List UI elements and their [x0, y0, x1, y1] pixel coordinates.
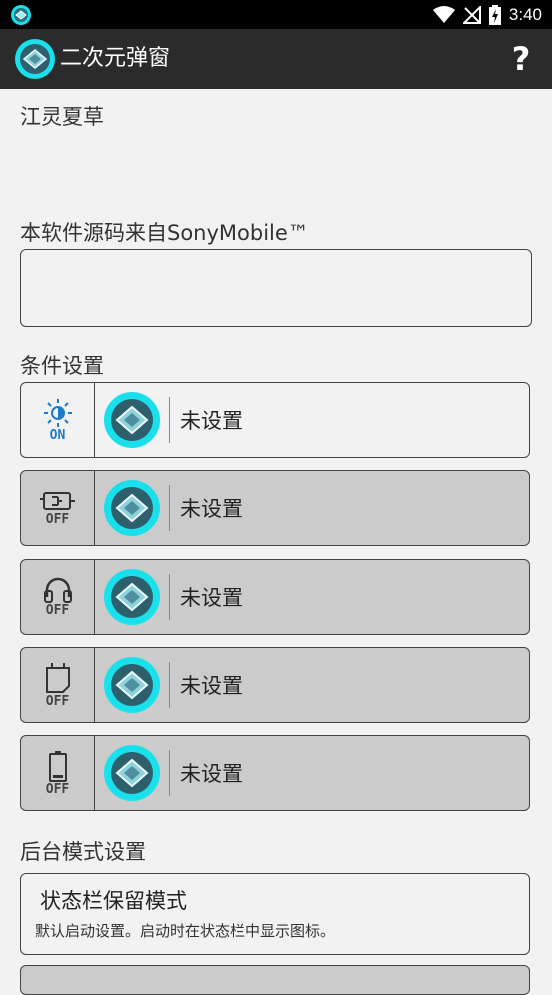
condition-state: ON [49, 427, 66, 443]
condition-toggle[interactable]: ON [21, 383, 95, 457]
mode-card-status-bar-retain[interactable]: 状态栏保留模式 默认启动设置。启动时在状态栏中显示图标。 [20, 873, 530, 955]
condition-label: 未设置 [180, 409, 243, 433]
condition-state: OFF [45, 781, 70, 797]
app-icon-slot[interactable] [95, 736, 169, 810]
condition-state: OFF [45, 693, 70, 709]
battery-charging-icon [488, 5, 501, 25]
condition-label: 未设置 [180, 674, 243, 698]
wifi-icon [432, 6, 455, 23]
sd-card-icon [45, 662, 70, 693]
app-icon-slot[interactable] [95, 648, 169, 722]
brightness-icon [43, 398, 72, 427]
condition-row-sd-card[interactable]: OFF 未设置 [20, 647, 530, 723]
charger-plug-icon [39, 491, 75, 510]
app-logo-icon [104, 392, 160, 448]
header-text: 江灵夏草 [20, 105, 104, 129]
condition-row-charger[interactable]: OFF 未设置 [20, 470, 530, 546]
app-icon-slot[interactable] [95, 383, 169, 457]
mode-title: 状态栏保留模式 [40, 889, 187, 913]
battery-icon [48, 750, 67, 782]
no-signal-icon [462, 6, 481, 24]
app-logo-icon [104, 745, 160, 801]
app-title: 二次元弹窗 [60, 46, 171, 71]
status-bar: 3:40 [0, 0, 552, 29]
clock: 3:40 [508, 5, 542, 24]
condition-toggle[interactable]: OFF [21, 736, 95, 810]
status-icons: 3:40 [432, 4, 542, 26]
condition-row-brightness[interactable]: ON 未设置 [20, 382, 530, 458]
condition-label: 未设置 [180, 762, 243, 786]
app-logo-icon [104, 657, 160, 713]
condition-label: 未设置 [180, 497, 243, 521]
condition-row-headphones[interactable]: OFF 未设置 [20, 559, 530, 635]
app-logo-icon [15, 39, 55, 79]
app-notification-icon [11, 5, 31, 25]
condition-label: 未设置 [180, 586, 243, 610]
source-note: 本软件源码来自SonyMobile™ [20, 221, 309, 245]
background-section-title: 后台模式设置 [20, 840, 146, 864]
mode-description: 默认启动设置。启动时在状态栏中显示图标。 [35, 922, 336, 940]
app-logo-icon [104, 569, 160, 625]
condition-state: OFF [45, 511, 70, 527]
condition-row-battery[interactable]: OFF 未设置 [20, 735, 530, 811]
condition-toggle[interactable]: OFF [21, 560, 95, 634]
condition-toggle[interactable]: OFF [21, 648, 95, 722]
text-input-box[interactable] [20, 249, 532, 327]
app-bar: 二次元弹窗 ? [0, 29, 552, 89]
app-icon-slot[interactable] [95, 560, 169, 634]
condition-state: OFF [45, 602, 70, 618]
headphones-icon [43, 577, 72, 603]
app-icon-slot[interactable] [95, 471, 169, 545]
app-logo-icon [104, 480, 160, 536]
condition-section-title: 条件设置 [20, 354, 104, 378]
condition-toggle[interactable]: OFF [21, 471, 95, 545]
help-button[interactable]: ? [504, 38, 538, 80]
mode-card-next[interactable] [20, 965, 530, 995]
